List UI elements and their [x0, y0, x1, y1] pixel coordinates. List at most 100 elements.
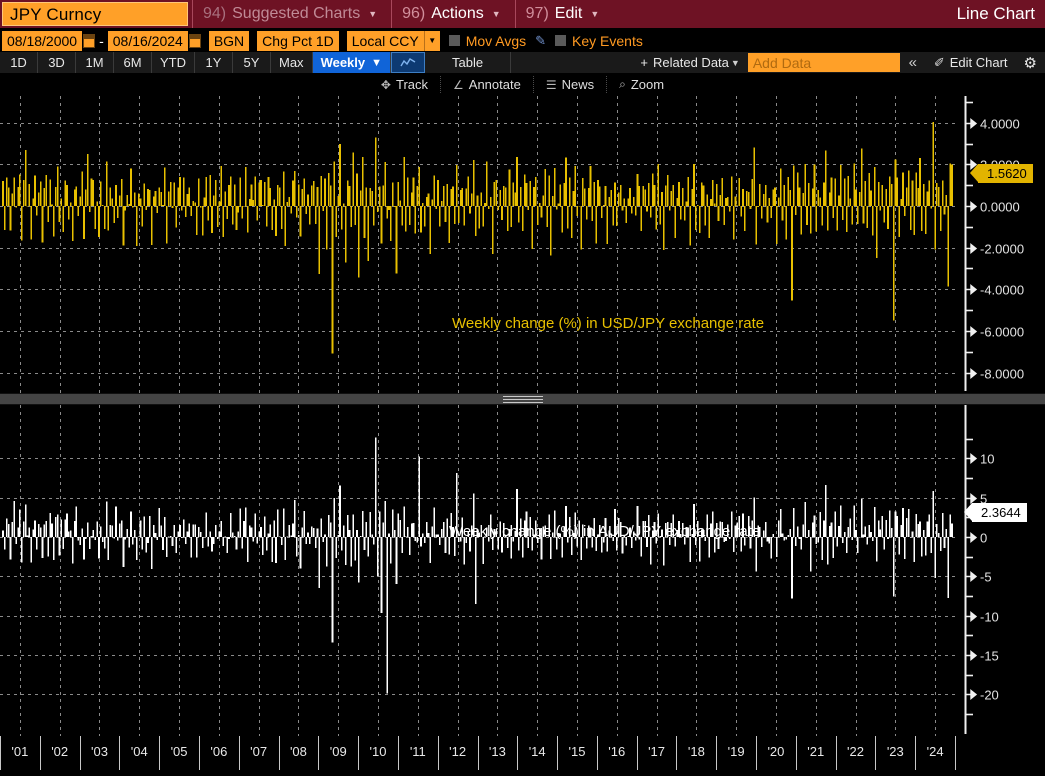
- annotate-label: Annotate: [468, 77, 521, 92]
- calendar-icon[interactable]: [188, 33, 201, 48]
- currency-dropdown-icon[interactable]: ▼: [423, 30, 440, 51]
- track-label: Track: [395, 77, 429, 92]
- panel-splitter[interactable]: [0, 393, 1045, 405]
- track-tool[interactable]: ✥ Track: [369, 76, 442, 93]
- x-axis-label: '07: [250, 744, 268, 759]
- x-axis-label: '01: [11, 744, 29, 759]
- x-axis-label: '22: [847, 744, 864, 759]
- svg-text:-8.0000: -8.0000: [980, 367, 1024, 382]
- chart-panel-usdjpy[interactable]: 4.00002.00000.0000-2.0000-4.0000-6.0000-…: [0, 96, 1045, 393]
- audjpy-plot-svg: 1050-5-10-15-20Weekly change (%) in AUD/…: [0, 405, 999, 736]
- x-axis-label: '18: [687, 744, 705, 759]
- currency-field[interactable]: Local CCY: [346, 30, 424, 51]
- chart-type-label: Line Chart: [956, 4, 1035, 23]
- period-button-3d[interactable]: 3D: [38, 52, 76, 73]
- splitter-grip[interactable]: [502, 396, 543, 403]
- start-date-input[interactable]: 08/18/2000: [2, 30, 83, 51]
- titlebar-spacer: [609, 0, 956, 28]
- period-button-1d[interactable]: 1D: [0, 52, 38, 73]
- annotate-tool[interactable]: ∠ Annotate: [441, 76, 534, 93]
- x-axis-label: '03: [90, 744, 108, 759]
- svg-text:-15: -15: [980, 649, 999, 664]
- menu-number: 97): [525, 5, 549, 22]
- zoom-label: Zoom: [630, 77, 665, 92]
- menu-label: Actions: [431, 5, 484, 22]
- x-axis-label: '09: [329, 744, 347, 759]
- news-tool[interactable]: ☰ News: [534, 76, 608, 93]
- x-axis-label: '20: [767, 744, 785, 759]
- related-data-button[interactable]: + Related Data ▼: [632, 52, 748, 73]
- x-axis-tick: [955, 736, 956, 770]
- edit-chart-label: Edit Chart: [949, 55, 1008, 70]
- table-view-button[interactable]: Table: [425, 52, 512, 73]
- svg-text:0: 0: [980, 531, 987, 546]
- svg-text:-5: -5: [980, 570, 992, 585]
- edit-chart-button[interactable]: ✐ Edit Chart: [925, 52, 1016, 73]
- chevron-down-icon: ▼: [368, 9, 378, 19]
- key-events-toggle[interactable]: Key Events: [555, 33, 643, 49]
- period-button-max[interactable]: Max: [271, 52, 313, 73]
- frequency-selector[interactable]: Weekly ▼: [312, 52, 392, 73]
- menu-actions[interactable]: 96) Actions ▼: [391, 0, 511, 28]
- chevron-down-icon: ▼: [590, 9, 600, 19]
- last-value-badge-audjpy: 2.3644: [964, 503, 1027, 522]
- x-axis-label: '12: [449, 744, 467, 759]
- svg-text:-10: -10: [980, 610, 999, 625]
- x-axis-label: '13: [488, 744, 506, 759]
- collapse-panel-button[interactable]: «: [899, 52, 926, 73]
- calendar-icon[interactable]: [83, 33, 96, 48]
- zoom-tool[interactable]: ⌕ Zoom: [607, 76, 676, 93]
- svg-text:4.0000: 4.0000: [980, 117, 1020, 132]
- period-button-1y[interactable]: 1Y: [195, 52, 233, 73]
- parameter-bar: 08/18/2000 - 08/16/2024 BGN Chg Pct 1D L…: [0, 28, 1045, 53]
- menu-number: 94): [203, 5, 227, 22]
- chart-view-button[interactable]: [391, 52, 426, 73]
- menu-label: Edit: [554, 5, 583, 22]
- menu-suggested-charts[interactable]: 94) Suggested Charts ▼: [192, 0, 387, 28]
- x-axis-label: '23: [886, 744, 904, 759]
- transform-field[interactable]: Chg Pct 1D: [257, 30, 339, 51]
- chart-tools-bar: ✥ Track ∠ Annotate ☰ News ⌕ Zoom: [0, 73, 1045, 96]
- key-events-label: Key Events: [572, 32, 643, 49]
- annotate-icon: ∠: [453, 77, 464, 92]
- edit-pencil-icon[interactable]: ✎: [535, 33, 546, 49]
- x-axis-label: '19: [727, 744, 745, 759]
- pricing-source-field[interactable]: BGN: [208, 30, 250, 51]
- title-bar: JPY Curncy 94) Suggested Charts ▼ 96) Ac…: [0, 0, 1045, 28]
- svg-text:-4.0000: -4.0000: [980, 283, 1024, 298]
- end-date-input[interactable]: 08/16/2024: [107, 30, 188, 51]
- mov-avgs-toggle[interactable]: Mov Avgs ✎: [448, 32, 546, 49]
- checkbox-icon[interactable]: [555, 35, 567, 46]
- news-label: News: [561, 77, 595, 92]
- plot-area: 4.00002.00000.0000-2.0000-4.0000-6.0000-…: [0, 96, 1045, 736]
- mov-avgs-label: Mov Avgs: [465, 32, 527, 49]
- news-icon: ☰: [545, 77, 557, 92]
- line-chart-icon: [400, 58, 416, 67]
- audjpy-annotation: Weekly change (%) in AUD/JPY exchange ra…: [449, 523, 760, 540]
- menu-number: 96): [402, 5, 426, 22]
- x-axis: '01 '02 '03 '04 '05 '06 '07 '08 '09 '10 '11 '12 '13 '…: [0, 736, 1045, 776]
- x-axis-label: '06: [210, 744, 228, 759]
- period-bar: 1D 3D 1M 6M YTD 1Y 5Y Max Weekly ▼ Table…: [0, 51, 1045, 73]
- pencil-icon: ✐: [933, 54, 945, 70]
- crosshair-icon: ✥: [380, 77, 391, 92]
- svg-text:10: 10: [980, 452, 994, 467]
- ticker-input[interactable]: JPY Curncy: [2, 2, 188, 26]
- period-button-ytd[interactable]: YTD: [152, 52, 195, 73]
- chart-panel-audjpy[interactable]: 10 5 0 -5 -10 -15 -20 Weekly change (%) in AUD/…: [0, 405, 1045, 736]
- x-axis-label: '14: [528, 744, 546, 759]
- period-button-1m[interactable]: 1M: [76, 52, 114, 73]
- checkbox-icon[interactable]: [448, 35, 460, 46]
- x-axis-label: '17: [648, 744, 666, 759]
- add-data-input[interactable]: Add Data: [747, 53, 900, 72]
- svg-text:-2.0000: -2.0000: [980, 242, 1024, 257]
- date-range-separator: -: [99, 32, 104, 49]
- x-axis-baseline: [0, 770, 1045, 772]
- last-value-badge-usdjpy: 1.5620: [970, 164, 1033, 183]
- chevron-down-icon: ▼: [730, 57, 740, 68]
- period-button-6m[interactable]: 6M: [114, 52, 152, 73]
- menu-edit[interactable]: 97) Edit ▼: [514, 0, 610, 28]
- settings-button[interactable]: ⚙: [1015, 52, 1045, 73]
- period-button-5y[interactable]: 5Y: [233, 52, 271, 73]
- x-axis-label: '08: [289, 744, 307, 759]
